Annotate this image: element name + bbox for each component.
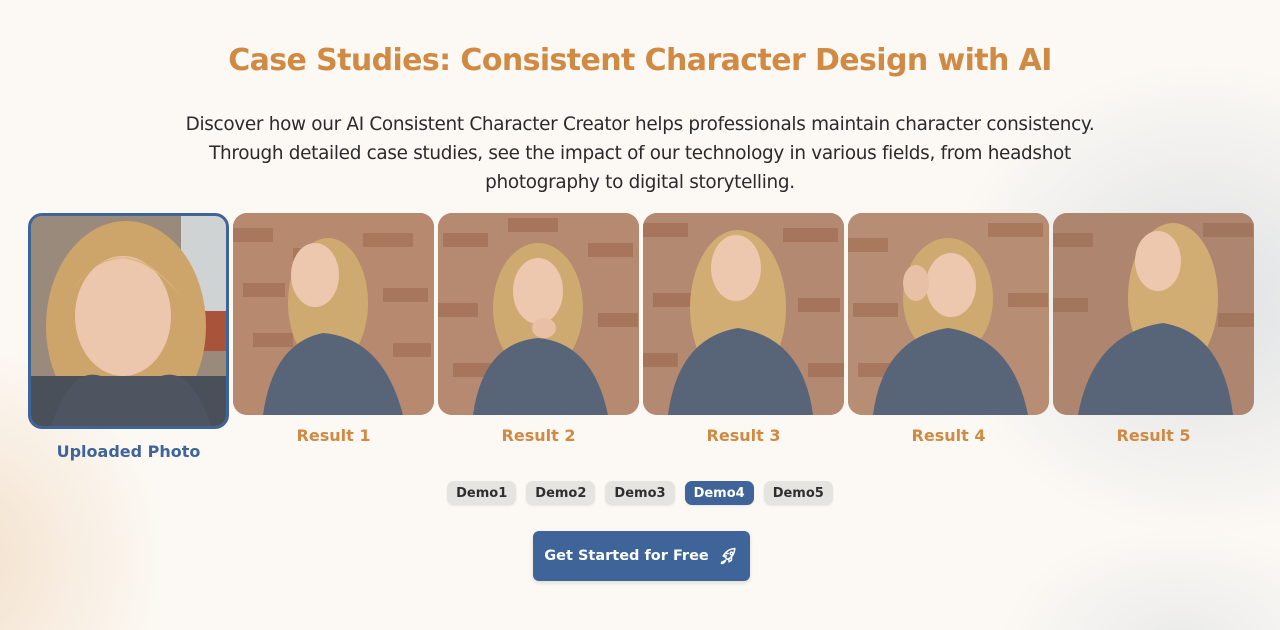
result-photo-1[interactable] <box>233 213 434 415</box>
result-photo-5[interactable] <box>1053 213 1254 415</box>
result-image-2 <box>438 213 639 415</box>
rocket-icon <box>719 546 739 566</box>
result-image-5 <box>1053 213 1254 415</box>
get-started-label: Get Started for Free <box>544 548 709 564</box>
result-photo-4[interactable] <box>848 213 1049 415</box>
page-description: Discover how our AI Consistent Character… <box>185 114 1095 193</box>
tab-demo2[interactable]: Demo2 <box>526 481 596 505</box>
tab-demo5[interactable]: Demo5 <box>763 481 833 505</box>
result-caption-4: Result 4 <box>911 426 986 445</box>
result-caption-5: Result 5 <box>1116 426 1191 445</box>
result-caption-2: Result 2 <box>501 426 576 445</box>
get-started-button[interactable]: Get Started for Free <box>533 531 750 581</box>
tab-demo4[interactable]: Demo4 <box>684 481 754 505</box>
character-gallery: Uploaded Photo Result 1 Result 2 Result … <box>28 213 1258 473</box>
uploaded-photo-image <box>31 216 226 426</box>
uploaded-photo-caption: Uploaded Photo <box>56 442 201 461</box>
result-caption-3: Result 3 <box>706 426 781 445</box>
result-caption-1: Result 1 <box>296 426 371 445</box>
page-title: Case Studies: Consistent Character Desig… <box>228 43 1052 78</box>
result-image-3 <box>643 213 844 415</box>
tab-demo3[interactable]: Demo3 <box>605 481 675 505</box>
result-photo-3[interactable] <box>643 213 844 415</box>
result-photo-2[interactable] <box>438 213 639 415</box>
uploaded-photo[interactable] <box>28 213 229 429</box>
result-image-4 <box>848 213 1049 415</box>
demo-tabs: Demo1 Demo2 Demo3 Demo4 Demo5 <box>0 481 1280 505</box>
tab-demo1[interactable]: Demo1 <box>447 481 517 505</box>
result-image-1 <box>233 213 434 415</box>
